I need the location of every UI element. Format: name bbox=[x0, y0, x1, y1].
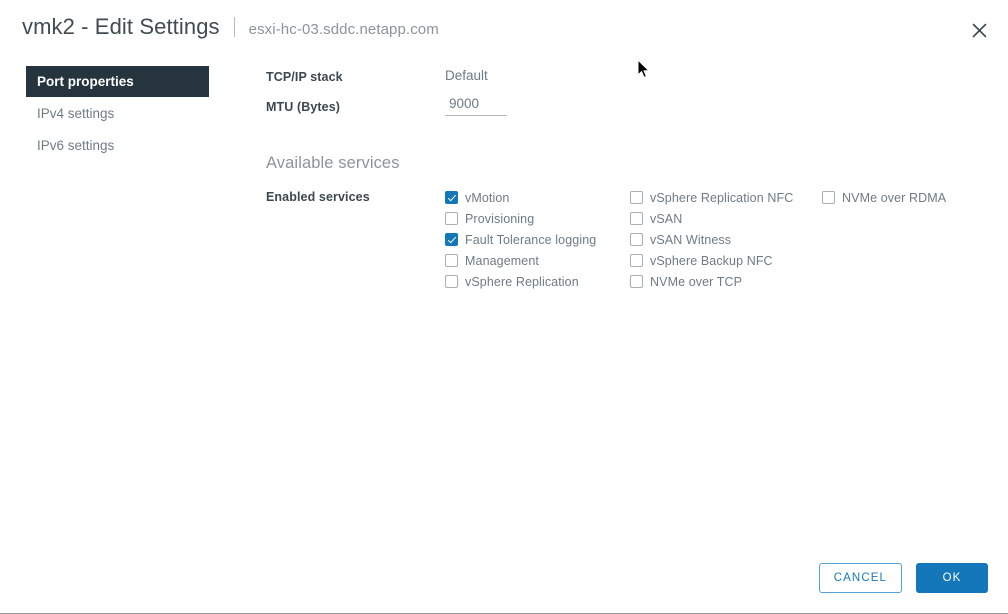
service-label: vSAN Witness bbox=[650, 232, 732, 247]
dialog-title: vmk2 - Edit Settings bbox=[22, 14, 220, 39]
available-services-heading: Available services bbox=[266, 154, 400, 172]
tcpip-stack-value: Default bbox=[445, 68, 488, 83]
sidebar-item-ipv4-settings[interactable]: IPv4 settings bbox=[26, 98, 209, 129]
edit-settings-dialog: vmk2 - Edit Settings esxi-hc-03.sddc.net… bbox=[0, 0, 1008, 614]
service-checkbox-fault-tolerance-logging[interactable]: Fault Tolerance logging bbox=[445, 229, 630, 250]
cancel-button[interactable]: CANCEL bbox=[818, 563, 902, 593]
sidebar-item-label: IPv6 settings bbox=[37, 138, 115, 153]
service-label: Management bbox=[465, 253, 539, 268]
service-label: vSphere Replication NFC bbox=[650, 190, 794, 205]
service-checkbox-management[interactable]: Management bbox=[445, 250, 630, 271]
service-label: Fault Tolerance logging bbox=[465, 232, 597, 247]
service-checkbox-vsan[interactable]: vSAN bbox=[630, 208, 822, 229]
service-checkbox-provisioning[interactable]: Provisioning bbox=[445, 208, 630, 229]
service-label: vSAN bbox=[650, 211, 683, 226]
checkbox-icon[interactable] bbox=[445, 275, 458, 288]
dialog-header: vmk2 - Edit Settings esxi-hc-03.sddc.net… bbox=[0, 0, 1008, 58]
ok-button[interactable]: OK bbox=[916, 563, 988, 593]
mtu-input[interactable] bbox=[445, 96, 507, 116]
sidebar-item-label: IPv4 settings bbox=[37, 106, 115, 121]
checkbox-icon[interactable] bbox=[630, 212, 643, 225]
service-checkbox-vsan-witness[interactable]: vSAN Witness bbox=[630, 229, 822, 250]
field-mtu: MTU (Bytes) bbox=[266, 96, 990, 116]
checkbox-icon[interactable] bbox=[630, 191, 643, 204]
service-label: vSphere Replication bbox=[465, 274, 579, 289]
sidebar-item-port-properties[interactable]: Port properties bbox=[26, 66, 209, 97]
dialog-footer: CANCEL OK bbox=[818, 563, 988, 593]
sidebar-item-ipv6-settings[interactable]: IPv6 settings bbox=[26, 130, 209, 161]
field-label: TCP/IP stack bbox=[266, 70, 343, 84]
service-label: vMotion bbox=[465, 190, 510, 205]
title-separator bbox=[233, 17, 235, 37]
field-tcpip-stack: TCP/IP stack Default bbox=[266, 66, 990, 84]
checkbox-icon[interactable] bbox=[822, 191, 835, 204]
checkbox-icon[interactable] bbox=[445, 233, 458, 246]
enabled-services-label: Enabled services bbox=[266, 190, 370, 204]
service-checkbox-vsphere-backup-nfc[interactable]: vSphere Backup NFC bbox=[630, 250, 822, 271]
services-column-3: NVMe over RDMA bbox=[822, 187, 1002, 292]
service-checkbox-nvme-over-rdma[interactable]: NVMe over RDMA bbox=[822, 187, 1002, 208]
checkbox-icon[interactable] bbox=[630, 233, 643, 246]
service-label: NVMe over RDMA bbox=[842, 190, 947, 205]
sidebar-item-label: Port properties bbox=[37, 74, 134, 89]
dialog-content: TCP/IP stack Default MTU (Bytes) Availab… bbox=[266, 66, 990, 292]
checkbox-icon[interactable] bbox=[630, 275, 643, 288]
services-column-1: vMotion Provisioning Fault Tolerance log… bbox=[445, 187, 630, 292]
field-label: MTU (Bytes) bbox=[266, 100, 341, 114]
service-checkbox-vsphere-replication-nfc[interactable]: vSphere Replication NFC bbox=[630, 187, 822, 208]
service-checkbox-vsphere-replication[interactable]: vSphere Replication bbox=[445, 271, 630, 292]
service-checkbox-vmotion[interactable]: vMotion bbox=[445, 187, 630, 208]
close-icon[interactable] bbox=[964, 15, 994, 45]
service-label: vSphere Backup NFC bbox=[650, 253, 773, 268]
service-label: NVMe over TCP bbox=[650, 274, 743, 289]
services-columns: vMotion Provisioning Fault Tolerance log… bbox=[445, 187, 1002, 292]
checkbox-icon[interactable] bbox=[445, 212, 458, 225]
service-checkbox-nvme-over-tcp[interactable]: NVMe over TCP bbox=[630, 271, 822, 292]
dialog-subtitle: esxi-hc-03.sddc.netapp.com bbox=[248, 21, 439, 38]
checkbox-icon[interactable] bbox=[445, 254, 458, 267]
dialog-sidebar: Port properties IPv4 settings IPv6 setti… bbox=[26, 66, 209, 162]
service-label: Provisioning bbox=[465, 211, 535, 226]
checkbox-icon[interactable] bbox=[630, 254, 643, 267]
checkbox-icon[interactable] bbox=[445, 191, 458, 204]
services-column-2: vSphere Replication NFC vSAN vSAN Witnes… bbox=[630, 187, 822, 292]
dialog-title-group: vmk2 - Edit Settings esxi-hc-03.sddc.net… bbox=[22, 14, 439, 40]
enabled-services-row: Enabled services vMotion Provisioning Fa… bbox=[266, 187, 990, 292]
